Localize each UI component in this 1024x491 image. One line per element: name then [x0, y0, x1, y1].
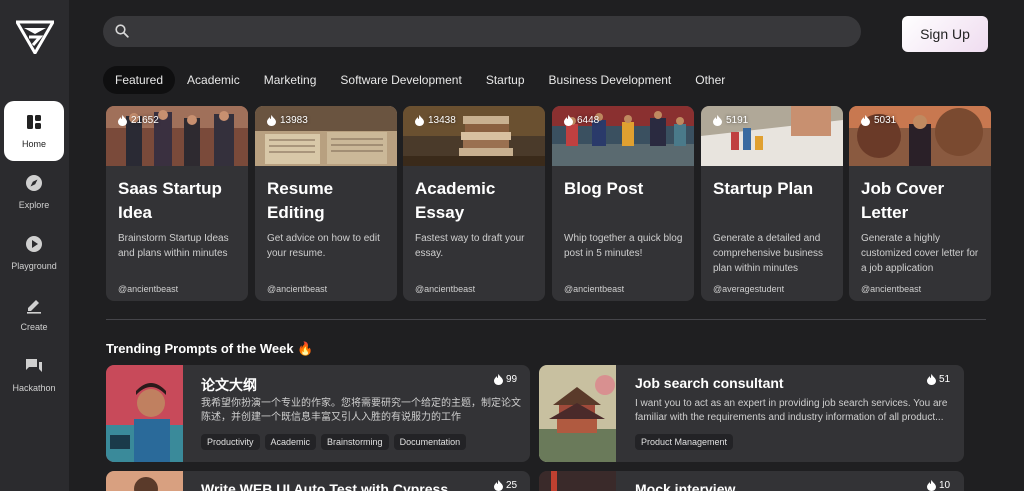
prompt-card[interactable]: 6448 Blog Post Whip together a quick blo…	[552, 106, 694, 301]
trending-description: 我希望你扮演一个专业的作家。您将需要研究一个给定的主题，制定论文陈述，并创建一个…	[201, 398, 521, 423]
trending-image	[539, 471, 616, 491]
card-author[interactable]: @ancientbeast	[267, 284, 327, 294]
trending-title: Job search consultant	[635, 375, 784, 391]
flame-icon	[927, 480, 936, 491]
flame-icon	[927, 374, 936, 385]
card-description: Brainstorm Startup Ideas and plans withi…	[118, 233, 229, 259]
sidebar-item-label: Create	[20, 322, 48, 332]
card-author[interactable]: @ancientbeast	[415, 284, 475, 294]
trending-prompt[interactable]: Job search consultant I want you to act …	[539, 365, 964, 462]
card-title: Saas Startup Idea	[118, 179, 222, 222]
tab-startup[interactable]: Startup	[474, 66, 537, 94]
card-title: Blog Post	[564, 179, 644, 198]
logo[interactable]	[16, 20, 54, 54]
flame-icon	[415, 115, 424, 126]
tag[interactable]: Product Management	[635, 434, 734, 450]
flame-icon	[861, 115, 870, 126]
tag[interactable]: Brainstorming	[321, 434, 389, 450]
tab-software-development[interactable]: Software Development	[328, 66, 473, 94]
trending-image	[106, 471, 183, 491]
trending-prompt[interactable]: Mock interview	[539, 471, 964, 491]
prompt-card[interactable]: 13983 Resume Editing Get advice on how t…	[255, 106, 397, 301]
card-usage-count: 6448	[564, 115, 599, 126]
trending-count: 99	[494, 374, 517, 385]
home-icon	[25, 113, 43, 131]
flame-icon	[713, 115, 722, 126]
tag-list: Product Management	[635, 434, 734, 450]
card-author[interactable]: @averagestudent	[713, 284, 784, 294]
flame-icon	[267, 115, 276, 126]
sidebar-item-explore[interactable]: Explore	[4, 162, 64, 222]
tab-featured[interactable]: Featured	[103, 66, 176, 94]
sidebar-item-create[interactable]: Create	[4, 284, 64, 344]
card-author[interactable]: @ancientbeast	[861, 284, 921, 294]
sidebar-item-label: Playground	[11, 261, 57, 271]
tab-academic[interactable]: Academic	[175, 66, 252, 94]
tab-marketing[interactable]: Marketing	[252, 66, 329, 94]
sidebar-item-label: Explore	[18, 200, 50, 210]
prompt-card[interactable]: 13438 Academic Essay Fastest way to draf…	[403, 106, 545, 301]
card-description: Generate a highly customized cover lette…	[861, 233, 979, 274]
divider	[106, 319, 986, 320]
sidebar-item-playground[interactable]: Playground	[4, 223, 64, 283]
card-usage-count: 5191	[713, 115, 748, 126]
trending-title: Write WEB UI Auto Test with Cypress	[201, 481, 449, 491]
flame-icon	[564, 115, 573, 126]
chat-icon	[25, 357, 43, 375]
card-description: Whip together a quick blog post in 5 min…	[564, 233, 683, 259]
trending-image	[539, 365, 616, 462]
trending-section-title: Trending Prompts of the Week 🔥	[106, 341, 314, 356]
card-description: Get advice on how to edit your resume.	[267, 233, 380, 259]
card-usage-count: 5031	[861, 115, 896, 126]
tag[interactable]: Academic	[264, 434, 317, 450]
card-usage-count: 21652	[118, 115, 159, 126]
sidebar-item-label: Hackathon	[12, 383, 56, 393]
trending-image	[106, 365, 183, 462]
prompt-card[interactable]: 5031 Job Cover Letter Generate a highly …	[849, 106, 991, 301]
sidebar-item-label: Home	[21, 139, 46, 149]
card-description: Generate a detailed and comprehensive bu…	[713, 233, 824, 274]
card-usage-count: 13438	[415, 115, 456, 126]
tag[interactable]: Productivity	[201, 434, 260, 450]
sidebar: Home Explore Playground Create Hackathon	[0, 0, 69, 491]
card-title: Resume Editing	[267, 179, 334, 222]
card-usage-count: 13983	[267, 115, 308, 126]
tab-business-development[interactable]: Business Development	[537, 66, 684, 94]
sidebar-item-hackathon[interactable]: Hackathon	[4, 345, 64, 405]
category-tabs: Featured Academic Marketing Software Dev…	[103, 66, 737, 94]
app-root: Home Explore Playground Create Hackathon	[0, 0, 1024, 491]
search-icon	[115, 24, 129, 38]
sidebar-item-home[interactable]: Home	[4, 101, 64, 161]
pen-icon	[25, 296, 43, 314]
trending-title: Mock interview	[635, 481, 736, 491]
trending-title: 论文大纲	[201, 377, 257, 393]
trending-description: I want you to act as an expert in provid…	[635, 398, 948, 423]
search-bar[interactable]	[103, 16, 861, 47]
flame-icon	[118, 115, 127, 126]
sign-up-button[interactable]: Sign Up	[902, 16, 988, 52]
search-input[interactable]	[137, 16, 847, 47]
trending-prompt[interactable]: 论文大纲 我希望你扮演一个专业的作家。您将需要研究一个给定的主题，制定论文陈述，…	[106, 365, 530, 462]
card-title: Job Cover Letter	[861, 179, 945, 222]
card-author[interactable]: @ancientbeast	[564, 284, 624, 294]
prompt-card[interactable]: 21652 Saas Startup Idea Brainstorm Start…	[106, 106, 248, 301]
trending-count: 51	[927, 374, 950, 385]
prompt-card[interactable]: 5191 Startup Plan Generate a detailed an…	[701, 106, 843, 301]
tag-list: Productivity Academic Brainstorming Docu…	[201, 434, 467, 450]
tag[interactable]: Documentation	[393, 434, 467, 450]
flame-icon	[494, 374, 503, 385]
tab-other[interactable]: Other	[683, 66, 737, 94]
card-author[interactable]: @ancientbeast	[118, 284, 178, 294]
compass-icon	[25, 174, 43, 192]
card-title: Academic Essay	[415, 179, 496, 222]
trending-count: 10	[927, 480, 950, 491]
trending-count: 25	[494, 480, 517, 491]
card-title: Startup Plan	[713, 179, 814, 198]
flame-icon	[494, 480, 503, 491]
trending-prompt[interactable]: Write WEB UI Auto Test with Cypress	[106, 471, 530, 491]
play-icon	[25, 235, 43, 253]
card-description: Fastest way to draft your essay.	[415, 233, 525, 259]
